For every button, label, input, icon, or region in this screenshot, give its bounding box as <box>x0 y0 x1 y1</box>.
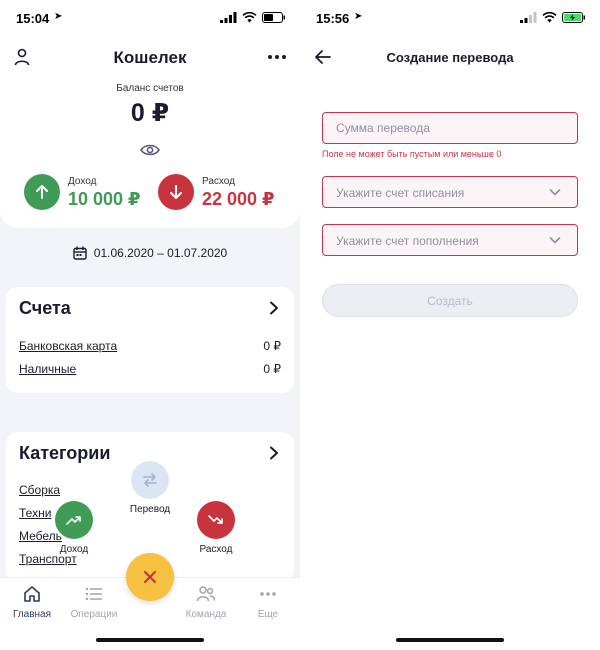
status-time: 15:56 <box>316 11 350 26</box>
page-title: Кошелек <box>113 48 187 67</box>
more-icon[interactable] <box>266 50 288 64</box>
account-amount: 0 ₽ <box>263 362 281 376</box>
calendar-icon <box>73 246 87 260</box>
status-bar: 15:04 ➤ <box>0 0 300 38</box>
signal-icon <box>220 12 237 23</box>
close-fab-button[interactable] <box>126 553 174 601</box>
battery-icon <box>262 12 285 23</box>
tab-operations[interactable]: Операции <box>64 584 124 620</box>
create-button[interactable]: Создать <box>322 284 578 317</box>
trend-up-icon <box>55 501 93 539</box>
chevron-down-icon <box>549 237 561 244</box>
speed-dial-expense-label: Расход <box>199 544 233 555</box>
status-time: 15:04 <box>16 11 50 26</box>
wallet-screen: 15:04 ➤ Кошелек Баланс счетов 0 ₽ Доход … <box>0 0 300 650</box>
trend-down-icon <box>197 501 235 539</box>
income-value: 10 000 ₽ <box>68 189 141 209</box>
speed-dial-income-label: Доход <box>59 544 89 555</box>
date-range[interactable]: 01.06.2020 – 01.07.2020 <box>0 246 300 260</box>
tab-operations-label: Операции <box>70 609 118 620</box>
location-icon: ➤ <box>354 11 363 22</box>
speed-dial-expense[interactable]: Расход <box>176 501 256 555</box>
home-indicator <box>96 638 204 642</box>
source-account-placeholder: Укажите счет списания <box>336 186 465 200</box>
tab-team-label: Команда <box>185 609 227 620</box>
arrow-down-icon <box>158 174 194 210</box>
chevron-down-icon <box>549 189 561 196</box>
create-transfer-screen: 15:56 ➤ Создание перевода Поле не может … <box>300 0 600 650</box>
accounts-card: Счета Банковская карта 0 ₽ Наличные 0 ₽ <box>6 287 294 393</box>
home-icon <box>24 586 40 602</box>
amount-error: Поле не может быть пустым или меньше 0 <box>322 149 502 159</box>
date-range-text: 01.06.2020 – 01.07.2020 <box>93 246 228 260</box>
tab-more[interactable]: Еще <box>238 584 298 620</box>
amount-field[interactable] <box>322 112 578 144</box>
target-account-placeholder: Укажите счет пополнения <box>336 234 479 248</box>
account-amount: 0 ₽ <box>263 339 281 353</box>
balance-value: 0 ₽ <box>130 99 170 127</box>
expense-value: 22 000 ₽ <box>202 189 275 209</box>
accounts-title: Счета <box>19 298 71 318</box>
home-indicator <box>396 638 504 642</box>
category-name[interactable]: Сборка <box>19 483 60 497</box>
tab-home[interactable]: Главная <box>2 584 62 620</box>
tab-team[interactable]: Команда <box>176 584 236 620</box>
transfer-icon <box>131 461 169 499</box>
account-name[interactable]: Банковская карта <box>19 339 117 353</box>
eye-icon[interactable] <box>139 141 161 159</box>
status-bar: 15:56 ➤ <box>300 0 600 38</box>
signal-icon <box>520 12 537 23</box>
close-icon <box>143 570 157 584</box>
team-icon <box>196 586 216 602</box>
more-icon <box>260 592 276 596</box>
wifi-icon <box>242 12 257 23</box>
wifi-icon <box>542 12 557 23</box>
battery-charging-icon <box>562 12 585 23</box>
account-name[interactable]: Наличные <box>19 362 76 376</box>
chevron-right-icon[interactable] <box>268 446 280 460</box>
income-label: Доход <box>68 176 97 187</box>
chevron-right-icon[interactable] <box>268 301 280 315</box>
tab-more-label: Еще <box>257 609 279 620</box>
target-account-select[interactable]: Укажите счет пополнения <box>322 224 578 256</box>
income-summary[interactable]: Доход 10 000 ₽ <box>24 174 154 212</box>
balance-label: Баланс счетов <box>116 83 184 94</box>
categories-title: Категории <box>19 443 111 463</box>
expense-label: Расход <box>202 176 235 187</box>
list-icon <box>85 587 102 601</box>
source-account-select[interactable]: Укажите счет списания <box>322 176 578 208</box>
page-title: Создание перевода <box>386 50 514 65</box>
arrow-up-icon <box>24 174 60 210</box>
speed-dial-income[interactable]: Доход <box>34 501 114 555</box>
amount-input[interactable] <box>323 113 577 143</box>
location-icon: ➤ <box>54 11 63 22</box>
account-row[interactable]: Наличные 0 ₽ <box>19 362 281 380</box>
account-row[interactable]: Банковская карта 0 ₽ <box>19 339 281 357</box>
tab-home-label: Главная <box>12 609 52 620</box>
expense-summary[interactable]: Расход 22 000 ₽ <box>158 174 288 212</box>
